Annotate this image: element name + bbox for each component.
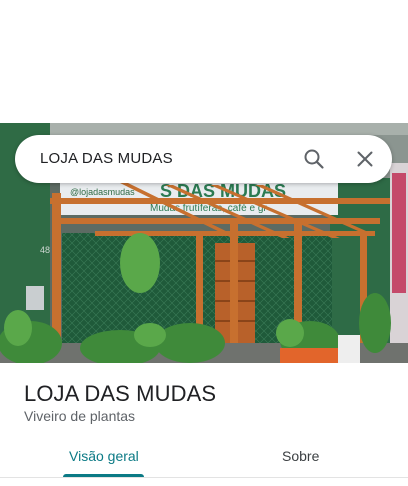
place-category[interactable]: Viveiro de plantas	[24, 408, 135, 424]
place-title: LOJA DAS MUDAS	[24, 381, 217, 406]
search-input[interactable]: LOJA DAS MUDAS	[40, 135, 173, 183]
place-info-panel: LOJA DAS MUDAS Viveiro de plantas Visão …	[0, 363, 408, 486]
sign-handle-text: @lojadasmudas	[70, 187, 135, 197]
search-icon[interactable]	[302, 147, 326, 171]
close-icon[interactable]	[353, 147, 377, 171]
door-number: 48	[40, 245, 50, 255]
search-bar[interactable]: LOJA DAS MUDAS	[15, 135, 392, 183]
tabs-divider	[0, 477, 408, 478]
tab-about[interactable]: Sobre	[282, 448, 319, 464]
top-blank-area	[0, 0, 408, 123]
tab-overview[interactable]: Visão geral	[69, 448, 139, 464]
